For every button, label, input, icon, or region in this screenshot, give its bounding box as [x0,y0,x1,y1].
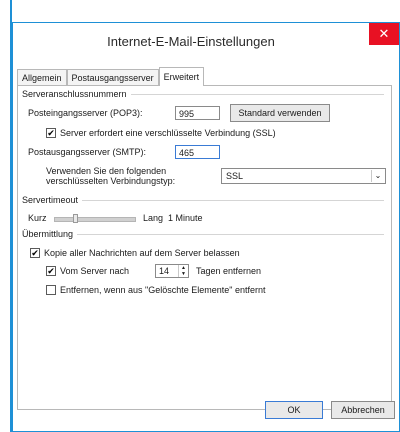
days-value: 14 [159,266,170,276]
outgoing-port-input[interactable]: 465 [175,145,220,159]
close-button[interactable]: ✕ [369,23,399,45]
server-timeout-group-label: Servertimeout [22,195,83,205]
tab-strip: Allgemein Postausgangsserver Erweitert [17,67,205,86]
timeout-value: 1 Minute [168,213,203,223]
encryption-type-value: SSL [226,171,244,181]
background-strip [0,0,10,432]
timeout-long-label: Lang [143,213,164,223]
ok-button[interactable]: OK [265,401,323,419]
remove-after-days-checkbox[interactable]: ✔ [46,266,56,276]
server-ports-group-label: Serveranschlussnummern [22,89,131,99]
title-bar: Internet-E-Mail-Einstellungen ✕ [13,23,399,57]
keep-copy-checkbox[interactable]: ✔ [30,248,40,258]
encryption-type-label-line1: Verwenden Sie den folgenden [46,166,167,176]
remove-when-deleted-label: Entfernen, wenn aus "Gelöschte Elemente"… [60,285,266,295]
remove-after-days-stepper[interactable]: 14 ▲ ▼ [155,264,189,278]
encryption-type-select[interactable]: SSL ⌄ [221,168,386,184]
spin-down-icon[interactable]: ▼ [179,271,188,277]
ssl-required-label: Server erfordert eine verschlüsselte Ver… [60,128,276,138]
incoming-server-label: Posteingangsserver (POP3): [28,108,143,118]
group-divider [24,234,384,235]
keep-copy-label: Kopie aller Nachrichten auf dem Server b… [44,248,240,258]
tab-erweitert[interactable]: Erweitert [158,67,205,86]
check-icon: ✔ [31,248,39,258]
delivery-group-label: Übermittlung [22,229,78,239]
tab-allgemein[interactable]: Allgemein [17,69,67,86]
advanced-tab-panel: Serveranschlussnummern Posteingangsserve… [17,85,392,410]
tab-postausgangsserver[interactable]: Postausgangsserver [66,69,159,86]
internet-email-settings-dialog: Internet-E-Mail-Einstellungen ✕ Allgemei… [12,22,400,432]
remove-after-label: Vom Server nach [60,266,130,276]
incoming-port-input[interactable]: 995 [175,106,220,120]
cancel-button[interactable]: Abbrechen [331,401,395,419]
encryption-type-label-line2: verschlüsselten Verbindungstyp: [46,176,176,186]
timeout-slider-track[interactable] [54,217,136,222]
use-default-button[interactable]: Standard verwenden [230,104,330,122]
window-title: Internet-E-Mail-Einstellungen [107,34,275,49]
check-icon: ✔ [47,128,55,138]
timeout-slider-thumb[interactable] [73,214,78,223]
remove-after-suffix: Tagen entfernen [196,266,262,276]
close-icon: ✕ [378,26,390,41]
remove-when-deleted-checkbox[interactable] [46,285,56,295]
ssl-required-checkbox[interactable]: ✔ [46,128,56,138]
chevron-down-icon: ⌄ [371,170,384,182]
outgoing-server-label: Postausgangsserver (SMTP): [28,147,147,157]
timeout-short-label: Kurz [28,213,47,223]
check-icon: ✔ [47,266,55,276]
